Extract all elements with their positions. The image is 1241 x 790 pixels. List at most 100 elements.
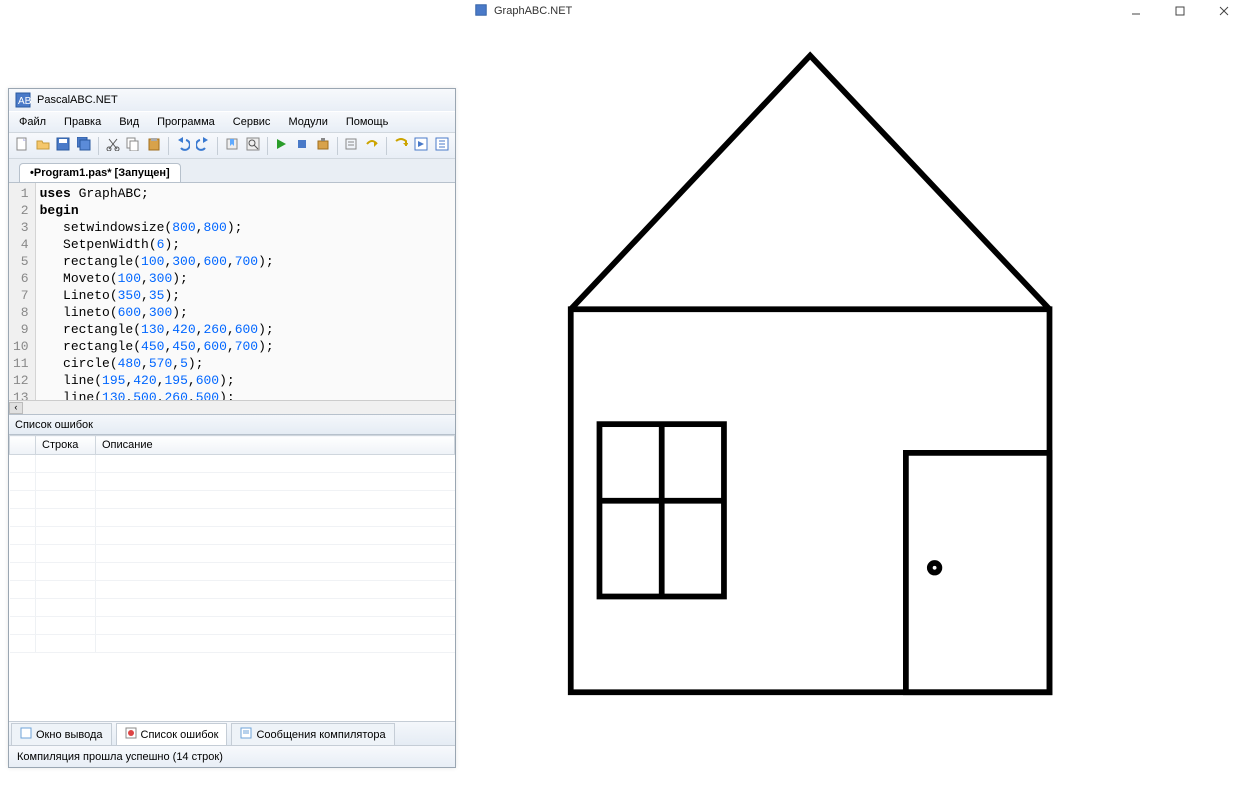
toolbar-separator <box>98 137 99 155</box>
table-row[interactable] <box>10 617 455 635</box>
bottom-tab-1[interactable]: Список ошибок <box>116 723 228 746</box>
msg-icon <box>240 727 252 742</box>
ide-window[interactable]: AB PascalABC.NET ФайлПравкаВидПрограммаС… <box>8 88 456 768</box>
file-tab[interactable]: •Program1.pas* [Запущен] <box>19 163 181 182</box>
menubar: ФайлПравкаВидПрограммаСервисМодулиПомощь <box>9 111 455 133</box>
line-gutter: 1234567891011121314 <box>9 183 36 414</box>
build-button[interactable] <box>314 136 332 156</box>
redo-icon <box>196 137 210 154</box>
table-row[interactable] <box>10 581 455 599</box>
ide-title: PascalABC.NET <box>37 94 118 106</box>
bottom-tab-label: Список ошибок <box>141 729 219 741</box>
stepinto-icon <box>394 137 408 154</box>
table-row[interactable] <box>10 509 455 527</box>
graph-titlebar[interactable]: GraphABC.NET <box>470 0 1241 22</box>
bookmark-button[interactable] <box>223 136 241 156</box>
table-row[interactable] <box>10 545 455 563</box>
menu-правка[interactable]: Правка <box>56 114 109 130</box>
table-row[interactable] <box>10 527 455 545</box>
graph-app-icon <box>474 3 488 20</box>
find-icon <box>246 137 260 154</box>
open-button[interactable] <box>34 136 52 156</box>
errors-col-1[interactable]: Строка <box>36 436 96 455</box>
toolbar-separator <box>267 137 268 155</box>
close-button[interactable] <box>1211 3 1237 19</box>
svg-text:AB: AB <box>18 96 31 107</box>
menu-помощь[interactable]: Помощь <box>338 114 397 130</box>
table-row[interactable] <box>10 635 455 653</box>
house-drawing <box>475 22 1241 790</box>
menu-модули[interactable]: Модули <box>280 114 335 130</box>
ide-titlebar[interactable]: AB PascalABC.NET <box>9 89 455 111</box>
toolbar-separator <box>217 137 218 155</box>
app-icon: AB <box>15 92 31 108</box>
paste-icon <box>147 137 161 154</box>
cut-button[interactable] <box>104 136 122 156</box>
redo-button[interactable] <box>195 136 213 156</box>
graphics-canvas <box>475 22 1241 790</box>
save-all-button[interactable] <box>75 136 93 156</box>
stepover-button[interactable] <box>363 136 381 156</box>
toggle1-icon <box>414 137 428 154</box>
paste-button[interactable] <box>145 136 163 156</box>
errors-col-2[interactable]: Описание <box>96 436 455 455</box>
table-row[interactable] <box>10 599 455 617</box>
toggle2-button[interactable] <box>433 136 451 156</box>
run-button[interactable] <box>272 136 290 156</box>
menu-программа[interactable]: Программа <box>149 114 223 130</box>
horizontal-scrollbar[interactable]: ‹ <box>9 400 455 414</box>
toolbar-separator <box>337 137 338 155</box>
toolbar <box>9 133 455 159</box>
minimize-button[interactable] <box>1123 3 1149 19</box>
errors-col-0[interactable] <box>10 436 36 455</box>
bottom-tab-2[interactable]: Сообщения компилятора <box>231 723 394 746</box>
errors-panel-header: Список ошибок <box>9 415 455 435</box>
file-tab-label: •Program1.pas* [Запущен] <box>30 167 170 179</box>
scroll-left-icon[interactable]: ‹ <box>9 402 23 414</box>
stop-button[interactable] <box>293 136 311 156</box>
table-row[interactable] <box>10 473 455 491</box>
graph-window[interactable]: GraphABC.NET <box>470 0 1241 790</box>
compileopt-icon <box>344 137 358 154</box>
toolbar-separator <box>386 137 387 155</box>
errors-panel-title: Список ошибок <box>15 419 93 431</box>
bookmark-icon <box>225 137 239 154</box>
bottom-tab-label: Окно вывода <box>36 729 103 741</box>
table-row[interactable] <box>10 491 455 509</box>
bottom-tab-0[interactable]: Окно вывода <box>11 723 112 746</box>
save-button[interactable] <box>54 136 72 156</box>
bottom-tabs: Окно вывода Список ошибок Сообщения компил… <box>9 721 455 745</box>
toggle2-icon <box>435 137 449 154</box>
maximize-button[interactable] <box>1167 3 1193 19</box>
stepover-icon <box>365 137 379 154</box>
menu-сервис[interactable]: Сервис <box>225 114 279 130</box>
copy-icon <box>126 137 140 154</box>
compileopt-button[interactable] <box>342 136 360 156</box>
save-all-icon <box>77 137 91 154</box>
errors-table[interactable]: СтрокаОписание <box>9 435 455 721</box>
table-row[interactable] <box>10 455 455 473</box>
table-row[interactable] <box>10 563 455 581</box>
cut-icon <box>106 137 120 154</box>
new-icon <box>15 137 29 154</box>
code-pane[interactable]: uses GraphABC; begin setwindowsize(800,8… <box>36 183 278 414</box>
status-text: Компиляция прошла успешно (14 строк) <box>17 751 223 763</box>
new-button[interactable] <box>13 136 31 156</box>
menu-вид[interactable]: Вид <box>111 114 147 130</box>
open-icon <box>36 137 50 154</box>
statusbar: Компиляция прошла успешно (14 строк) <box>9 745 455 767</box>
save-icon <box>56 137 70 154</box>
undo-button[interactable] <box>174 136 192 156</box>
copy-button[interactable] <box>124 136 142 156</box>
doc-icon <box>20 727 32 742</box>
menu-файл[interactable]: Файл <box>11 114 54 130</box>
run-icon <box>274 137 288 154</box>
toggle1-button[interactable] <box>412 136 430 156</box>
tabbar: •Program1.pas* [Запущен] <box>9 159 455 183</box>
code-editor[interactable]: 1234567891011121314 uses GraphABC; begin… <box>9 183 455 415</box>
stepinto-button[interactable] <box>392 136 410 156</box>
stop-icon <box>295 137 309 154</box>
undo-icon <box>176 137 190 154</box>
toolbar-separator <box>168 137 169 155</box>
find-button[interactable] <box>244 136 262 156</box>
